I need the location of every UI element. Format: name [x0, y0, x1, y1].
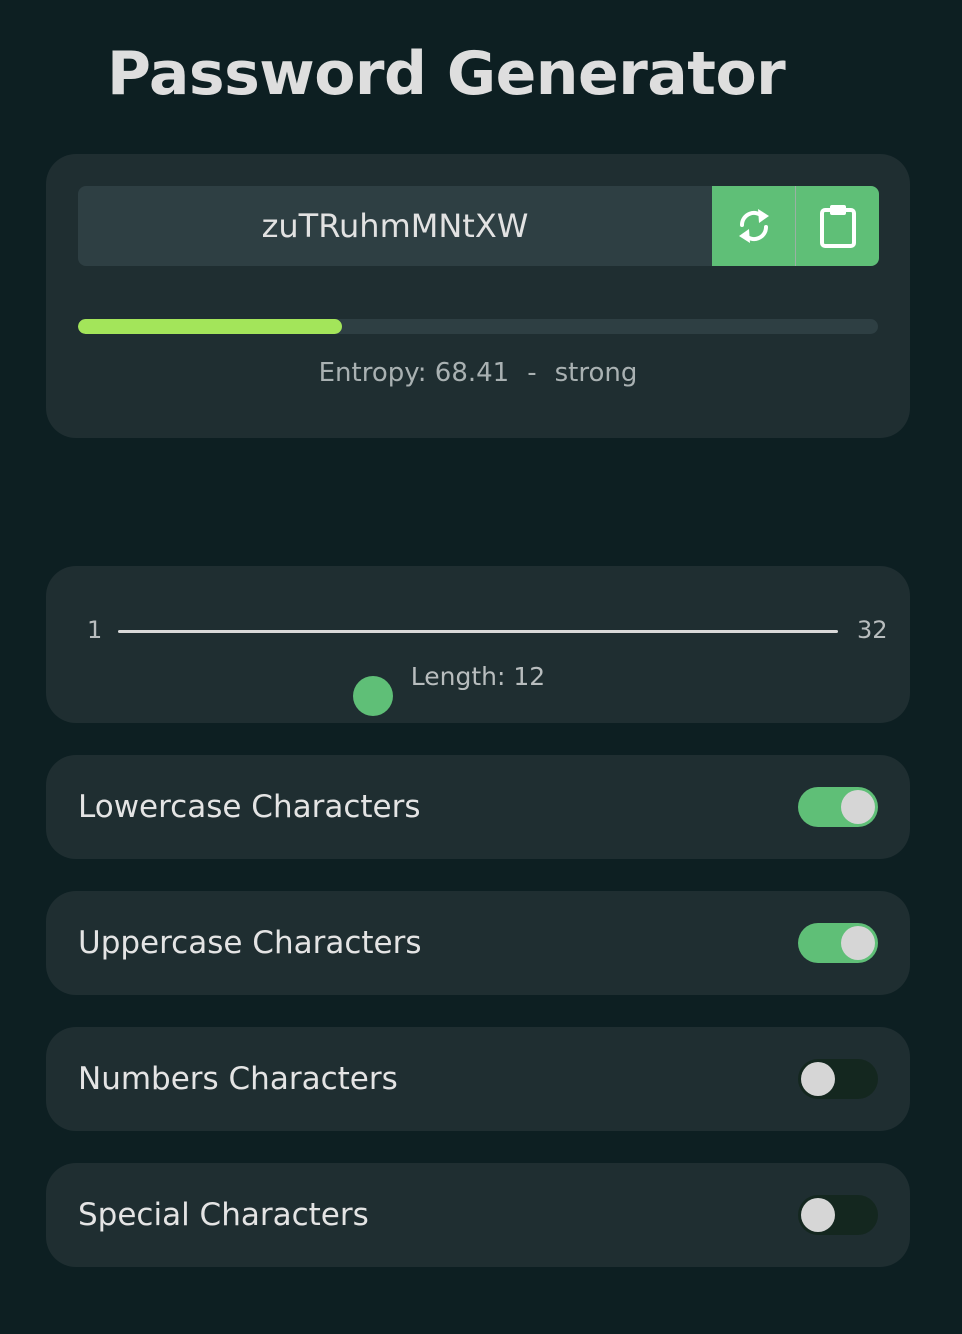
- refresh-icon: [738, 209, 769, 243]
- regenerate-button[interactable]: [712, 186, 795, 266]
- entropy-row: Entropy: 68.41- strong: [46, 358, 910, 388]
- toggle-knob: [841, 926, 875, 960]
- password-display[interactable]: zuTRuhmMNtXW: [78, 186, 712, 266]
- entropy-value: Entropy: 68.41: [318, 358, 510, 388]
- uppercase-toggle[interactable]: [798, 923, 878, 963]
- option-special: Special Characters: [46, 1163, 910, 1267]
- option-label: Uppercase Characters: [78, 925, 422, 961]
- length-card: 1 32 Length: 12: [46, 566, 910, 723]
- option-label: Special Characters: [78, 1197, 369, 1233]
- option-label: Lowercase Characters: [78, 789, 421, 825]
- entropy-separator: -: [527, 358, 537, 388]
- toggle-knob: [841, 790, 875, 824]
- length-label: Length: 12: [410, 662, 546, 691]
- length-max-label: 32: [857, 616, 888, 644]
- option-numbers: Numbers Characters: [46, 1027, 910, 1131]
- strength-meter: [78, 319, 878, 334]
- copy-button[interactable]: [796, 186, 879, 266]
- length-min-label: 1: [87, 616, 103, 644]
- option-uppercase: Uppercase Characters: [46, 891, 910, 995]
- option-label: Numbers Characters: [78, 1061, 398, 1097]
- page-title: Password Generator: [107, 39, 786, 109]
- toggle-knob: [801, 1198, 835, 1232]
- special-toggle[interactable]: [798, 1195, 878, 1235]
- strength-label: strong: [554, 358, 638, 388]
- option-lowercase: Lowercase Characters: [46, 755, 910, 859]
- numbers-toggle[interactable]: [798, 1059, 878, 1099]
- strength-meter-fill: [78, 319, 342, 334]
- clipboard-icon: [819, 205, 856, 248]
- length-slider[interactable]: [118, 630, 838, 716]
- lowercase-toggle[interactable]: [798, 787, 878, 827]
- password-card: zuTRuhmMNtXW Entropy: 68.41- strong: [46, 154, 910, 438]
- toggle-knob: [801, 1062, 835, 1096]
